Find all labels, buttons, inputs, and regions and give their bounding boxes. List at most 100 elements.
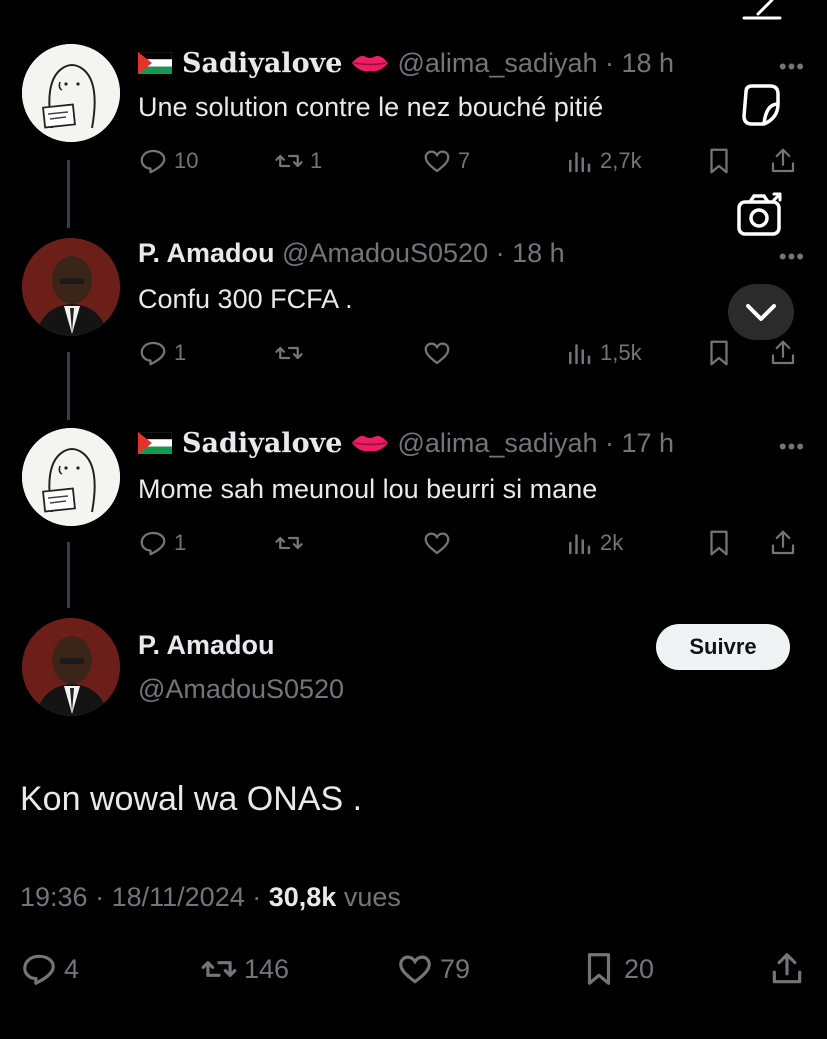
tweet-header: P. Amadou @AmadouS0520 · 18 h — [138, 238, 565, 269]
like-icon — [399, 955, 431, 984]
retweet-button[interactable] — [274, 528, 310, 558]
author-name[interactable]: Sadiyalove — [182, 48, 342, 79]
bookmark-button[interactable] — [704, 528, 734, 558]
reply-count: 4 — [64, 953, 80, 984]
share-button[interactable] — [768, 528, 798, 558]
like-icon — [424, 532, 450, 555]
share-icon — [771, 530, 795, 555]
views-button[interactable]: 2k — [564, 528, 623, 558]
edit-icon[interactable] — [738, 0, 786, 22]
tweet-time: · 17 h — [605, 428, 675, 458]
main-author-handle-row: @AmadouS0520 — [138, 674, 344, 705]
like-button[interactable] — [422, 528, 458, 558]
share-icon — [772, 953, 802, 984]
views-count: 2k — [600, 530, 624, 555]
reply-icon — [140, 341, 166, 366]
retweet-icon — [201, 961, 237, 977]
views-label: vues — [343, 882, 401, 912]
bookmark-button[interactable]: 20 — [580, 950, 654, 988]
chevron-down-icon[interactable] — [728, 284, 794, 340]
tweet-time: 19:36 — [20, 882, 88, 912]
reply-count: 1 — [174, 340, 187, 365]
views-icon — [569, 534, 591, 555]
avatar-illustration — [22, 428, 120, 526]
views-button[interactable]: 1,5k — [564, 338, 642, 368]
author-name[interactable]: P. Amadou — [138, 630, 275, 660]
like-button[interactable]: 7 — [422, 146, 470, 176]
retweet-icon — [275, 536, 303, 550]
more-options-icon[interactable]: ••• — [779, 434, 805, 460]
bookmark-button[interactable] — [704, 146, 734, 176]
main-action-bar: 4 146 79 20 — [20, 950, 810, 1000]
views-count: 2,7k — [600, 148, 642, 173]
reply-button[interactable]: 1 — [138, 528, 186, 558]
views-count: 30,8k — [268, 882, 337, 912]
bookmark-icon — [710, 148, 728, 174]
reply-count: 10 — [174, 148, 199, 173]
author-handle[interactable]: @AmadouS0520 — [282, 238, 488, 268]
views-icon — [569, 152, 591, 173]
tweet-header: Sadiyalove @alima_sadiyah · 18 h — [138, 48, 674, 79]
palestine-flag-icon — [138, 52, 172, 74]
retweet-icon — [275, 154, 303, 168]
follow-button[interactable]: Suivre — [656, 624, 790, 670]
avatar[interactable] — [22, 44, 120, 142]
avatar[interactable] — [22, 238, 120, 336]
more-options-icon[interactable]: ••• — [779, 244, 805, 270]
avatar-photo — [22, 618, 120, 716]
bookmark-icon — [710, 530, 728, 556]
retweet-button[interactable]: 1 — [274, 146, 322, 176]
reply-button[interactable]: 4 — [20, 950, 79, 988]
tweet-header: Sadiyalove @alima_sadiyah · 17 h — [138, 428, 674, 459]
reply-button[interactable]: 1 — [138, 338, 186, 368]
avatar[interactable] — [22, 618, 120, 716]
share-button[interactable] — [768, 146, 798, 176]
sticker-icon[interactable] — [738, 82, 784, 128]
palestine-flag-icon — [138, 432, 172, 454]
retweet-count: 146 — [244, 953, 290, 984]
tweet-time: · 18 h — [605, 48, 675, 78]
action-bar: 10 1 7 2,7k — [138, 146, 805, 186]
retweet-count: 1 — [310, 148, 323, 173]
main-tweet-text: Kon wowal wa ONAS . — [20, 780, 363, 818]
author-name[interactable]: Sadiyalove — [182, 428, 342, 459]
share-button[interactable] — [768, 950, 806, 988]
tweet-meta: 19:36 · 18/11/2024 · 30,8k vues — [20, 882, 401, 913]
author-handle[interactable]: @AmadouS0520 — [138, 674, 344, 704]
views-icon — [569, 344, 591, 365]
tweet-text: Mome sah meunoul lou beurri si mane — [138, 474, 598, 504]
camera-icon[interactable] — [736, 190, 786, 238]
action-bar: 1 1,5k — [138, 338, 805, 378]
bookmark-count: 20 — [624, 953, 655, 984]
bookmark-button[interactable] — [704, 338, 734, 368]
bookmark-icon — [710, 340, 728, 366]
main-author: P. Amadou — [138, 630, 275, 661]
separator: · — [252, 882, 269, 912]
reply-icon — [23, 954, 55, 985]
like-button[interactable] — [422, 338, 458, 368]
avatar-photo — [22, 238, 120, 336]
lips-icon — [351, 435, 388, 452]
tweet-time: · 18 h — [495, 238, 565, 268]
like-button[interactable]: 79 — [396, 950, 470, 988]
lips-icon — [351, 55, 388, 72]
more-options-icon[interactable]: ••• — [779, 54, 805, 80]
author-name[interactable]: P. Amadou — [138, 238, 275, 268]
like-icon — [424, 342, 450, 365]
avatar-illustration — [22, 44, 120, 142]
action-bar: 1 2k — [138, 528, 805, 568]
reply-icon — [140, 531, 166, 556]
retweet-button[interactable] — [274, 338, 310, 368]
thread-line — [67, 352, 70, 420]
reply-count: 1 — [174, 530, 187, 555]
reply-icon — [140, 149, 166, 174]
bookmark-icon — [587, 953, 611, 985]
avatar[interactable] — [22, 428, 120, 526]
retweet-button[interactable]: 146 — [200, 950, 289, 988]
author-handle[interactable]: @alima_sadiyah — [397, 428, 597, 458]
reply-button[interactable]: 10 — [138, 146, 198, 176]
author-handle[interactable]: @alima_sadiyah — [397, 48, 597, 78]
thread-line — [67, 160, 70, 228]
share-button[interactable] — [768, 338, 798, 368]
views-button[interactable]: 2,7k — [564, 146, 642, 176]
